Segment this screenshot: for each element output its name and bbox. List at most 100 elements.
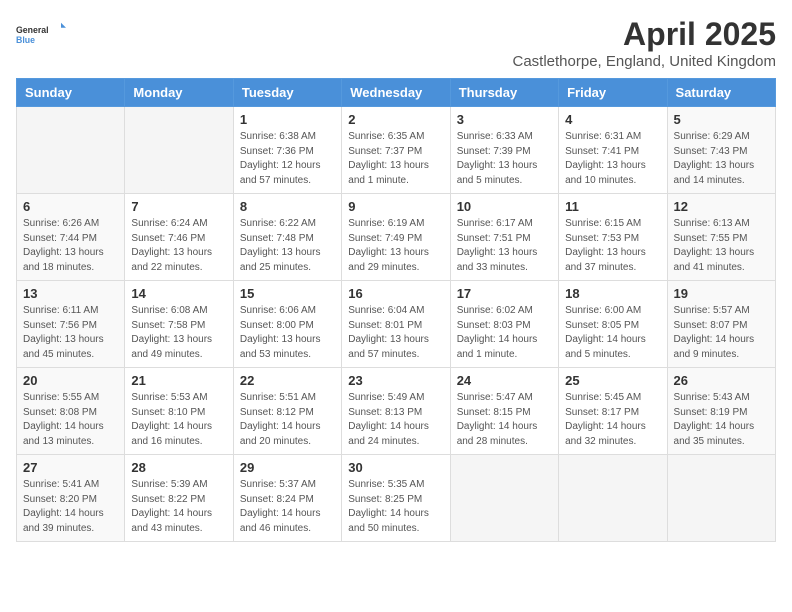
calendar-cell: 13 Sunrise: 6:11 AM Sunset: 7:56 PM Dayli… bbox=[17, 281, 125, 368]
weekday-thursday: Thursday bbox=[450, 79, 558, 107]
day-number: 9 bbox=[348, 199, 443, 214]
svg-text:Blue: Blue bbox=[16, 35, 35, 45]
day-number: 14 bbox=[131, 286, 226, 301]
calendar-cell: 23 Sunrise: 5:49 AM Sunset: 8:13 PM Dayli… bbox=[342, 368, 450, 455]
day-number: 26 bbox=[674, 373, 769, 388]
day-number: 7 bbox=[131, 199, 226, 214]
day-number: 1 bbox=[240, 112, 335, 127]
calendar-cell: 30Sunrise: 5:35 AM Sunset: 8:25 PM Dayli… bbox=[342, 455, 450, 542]
week-row-5: 27 Sunrise: 5:41 AM Sunset: 8:20 PM Dayli… bbox=[17, 455, 776, 542]
page-header: General Blue April 2025 Castlethorpe, En… bbox=[16, 16, 776, 70]
calendar-cell: 27 Sunrise: 5:41 AM Sunset: 8:20 PM Dayli… bbox=[17, 455, 125, 542]
calendar-cell: 7 Sunrise: 6:24 AM Sunset: 7:46 PM Daylig… bbox=[125, 194, 233, 281]
day-number: 23 bbox=[348, 373, 443, 388]
calendar-cell: 21 Sunrise: 5:53 AM Sunset: 8:10 PM Dayli… bbox=[125, 368, 233, 455]
calendar-cell: 8 Sunrise: 6:22 AM Sunset: 7:48 PM Daylig… bbox=[233, 194, 341, 281]
calendar-cell: 11Sunrise: 6:15 AM Sunset: 7:53 PM Dayli… bbox=[559, 194, 667, 281]
calendar-cell: 24 Sunrise: 5:47 AM Sunset: 8:15 PM Dayli… bbox=[450, 368, 558, 455]
day-info: Sunrise: 5:43 AM Sunset: 8:19 PM Dayligh… bbox=[674, 391, 769, 449]
day-number: 6 bbox=[23, 199, 118, 214]
day-info: Sunrise: 5:47 AM Sunset: 8:15 PM Dayligh… bbox=[457, 391, 552, 449]
day-info: Sunrise: 6:13 AM Sunset: 7:55 PM Dayligh… bbox=[674, 217, 769, 275]
calendar-cell bbox=[450, 455, 558, 542]
day-info: Sunrise: 6:38 AM Sunset: 7:36 PM Dayligh… bbox=[240, 130, 335, 188]
calendar-cell: 3Sunrise: 6:33 AM Sunset: 7:39 PM Daylig… bbox=[450, 107, 558, 194]
day-number: 22 bbox=[240, 373, 335, 388]
calendar-cell: 2Sunrise: 6:35 AM Sunset: 7:37 PM Daylig… bbox=[342, 107, 450, 194]
day-info: Sunrise: 6:26 AM Sunset: 7:44 PM Dayligh… bbox=[23, 217, 118, 275]
day-number: 17 bbox=[457, 286, 552, 301]
day-number: 11 bbox=[565, 199, 660, 214]
day-number: 28 bbox=[131, 460, 226, 475]
day-info: Sunrise: 5:41 AM Sunset: 8:20 PM Dayligh… bbox=[23, 478, 118, 536]
week-row-1: 1 Sunrise: 6:38 AM Sunset: 7:36 PM Daylig… bbox=[17, 107, 776, 194]
calendar-cell: 16 Sunrise: 6:04 AM Sunset: 8:01 PM Dayli… bbox=[342, 281, 450, 368]
day-info: Sunrise: 6:17 AM Sunset: 7:51 PM Dayligh… bbox=[457, 217, 552, 275]
day-info: Sunrise: 5:39 AM Sunset: 8:22 PM Dayligh… bbox=[131, 478, 226, 536]
calendar-table: SundayMondayTuesdayWednesdayThursdayFrid… bbox=[16, 78, 776, 542]
week-row-3: 13 Sunrise: 6:11 AM Sunset: 7:56 PM Dayli… bbox=[17, 281, 776, 368]
calendar-cell: 14 Sunrise: 6:08 AM Sunset: 7:58 PM Dayli… bbox=[125, 281, 233, 368]
day-info: Sunrise: 6:31 AM Sunset: 7:41 PM Dayligh… bbox=[565, 130, 660, 188]
day-info: Sunrise: 6:33 AM Sunset: 7:39 PM Dayligh… bbox=[457, 130, 552, 188]
day-number: 15 bbox=[240, 286, 335, 301]
weekday-monday: Monday bbox=[125, 79, 233, 107]
day-number: 5 bbox=[674, 112, 769, 127]
weekday-wednesday: Wednesday bbox=[342, 79, 450, 107]
day-info: Sunrise: 5:45 AM Sunset: 8:17 PM Dayligh… bbox=[565, 391, 660, 449]
day-number: 4 bbox=[565, 112, 660, 127]
day-number: 8 bbox=[240, 199, 335, 214]
day-info: Sunrise: 6:29 AM Sunset: 7:43 PM Dayligh… bbox=[674, 130, 769, 188]
day-info: Sunrise: 6:04 AM Sunset: 8:01 PM Dayligh… bbox=[348, 304, 443, 362]
calendar-cell: 4 Sunrise: 6:31 AM Sunset: 7:41 PM Daylig… bbox=[559, 107, 667, 194]
day-number: 13 bbox=[23, 286, 118, 301]
day-info: Sunrise: 5:51 AM Sunset: 8:12 PM Dayligh… bbox=[240, 391, 335, 449]
calendar-cell: 26 Sunrise: 5:43 AM Sunset: 8:19 PM Dayli… bbox=[667, 368, 775, 455]
weekday-tuesday: Tuesday bbox=[233, 79, 341, 107]
calendar-cell bbox=[17, 107, 125, 194]
day-info: Sunrise: 6:22 AM Sunset: 7:48 PM Dayligh… bbox=[240, 217, 335, 275]
day-number: 27 bbox=[23, 460, 118, 475]
calendar-title: April 2025 bbox=[513, 16, 777, 53]
day-number: 30 bbox=[348, 460, 443, 475]
svg-text:General: General bbox=[16, 25, 49, 35]
title-section: April 2025 Castlethorpe, England, United… bbox=[513, 16, 777, 70]
calendar-cell: 19Sunrise: 5:57 AM Sunset: 8:07 PM Dayli… bbox=[667, 281, 775, 368]
logo-svg: General Blue bbox=[16, 16, 66, 52]
calendar-cell: 22 Sunrise: 5:51 AM Sunset: 8:12 PM Dayli… bbox=[233, 368, 341, 455]
day-info: Sunrise: 5:37 AM Sunset: 8:24 PM Dayligh… bbox=[240, 478, 335, 536]
day-number: 12 bbox=[674, 199, 769, 214]
calendar-cell: 10Sunrise: 6:17 AM Sunset: 7:51 PM Dayli… bbox=[450, 194, 558, 281]
calendar-cell: 5 Sunrise: 6:29 AM Sunset: 7:43 PM Daylig… bbox=[667, 107, 775, 194]
day-number: 24 bbox=[457, 373, 552, 388]
calendar-cell: 6 Sunrise: 6:26 AM Sunset: 7:44 PM Daylig… bbox=[17, 194, 125, 281]
weekday-saturday: Saturday bbox=[667, 79, 775, 107]
calendar-cell: 25Sunrise: 5:45 AM Sunset: 8:17 PM Dayli… bbox=[559, 368, 667, 455]
calendar-cell: 20Sunrise: 5:55 AM Sunset: 8:08 PM Dayli… bbox=[17, 368, 125, 455]
day-info: Sunrise: 5:53 AM Sunset: 8:10 PM Dayligh… bbox=[131, 391, 226, 449]
calendar-cell: 15 Sunrise: 6:06 AM Sunset: 8:00 PM Dayli… bbox=[233, 281, 341, 368]
calendar-cell bbox=[559, 455, 667, 542]
calendar-cell: 29 Sunrise: 5:37 AM Sunset: 8:24 PM Dayli… bbox=[233, 455, 341, 542]
day-info: Sunrise: 5:49 AM Sunset: 8:13 PM Dayligh… bbox=[348, 391, 443, 449]
day-number: 20 bbox=[23, 373, 118, 388]
weekday-sunday: Sunday bbox=[17, 79, 125, 107]
week-row-4: 20Sunrise: 5:55 AM Sunset: 8:08 PM Dayli… bbox=[17, 368, 776, 455]
day-info: Sunrise: 6:24 AM Sunset: 7:46 PM Dayligh… bbox=[131, 217, 226, 275]
day-number: 2 bbox=[348, 112, 443, 127]
day-number: 19 bbox=[674, 286, 769, 301]
weekday-friday: Friday bbox=[559, 79, 667, 107]
day-info: Sunrise: 6:00 AM Sunset: 8:05 PM Dayligh… bbox=[565, 304, 660, 362]
day-info: Sunrise: 6:11 AM Sunset: 7:56 PM Dayligh… bbox=[23, 304, 118, 362]
day-number: 29 bbox=[240, 460, 335, 475]
calendar-cell: 1 Sunrise: 6:38 AM Sunset: 7:36 PM Daylig… bbox=[233, 107, 341, 194]
day-number: 21 bbox=[131, 373, 226, 388]
day-info: Sunrise: 6:08 AM Sunset: 7:58 PM Dayligh… bbox=[131, 304, 226, 362]
calendar-cell: 12 Sunrise: 6:13 AM Sunset: 7:55 PM Dayli… bbox=[667, 194, 775, 281]
calendar-cell bbox=[667, 455, 775, 542]
week-row-2: 6 Sunrise: 6:26 AM Sunset: 7:44 PM Daylig… bbox=[17, 194, 776, 281]
day-info: Sunrise: 6:06 AM Sunset: 8:00 PM Dayligh… bbox=[240, 304, 335, 362]
calendar-subtitle: Castlethorpe, England, United Kingdom bbox=[513, 53, 777, 70]
day-number: 16 bbox=[348, 286, 443, 301]
calendar-cell bbox=[125, 107, 233, 194]
